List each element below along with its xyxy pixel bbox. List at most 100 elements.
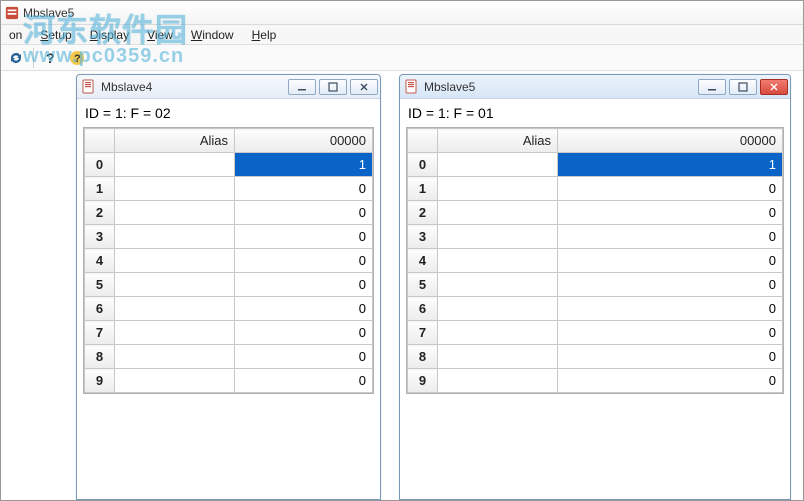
toolbar-help-yellow[interactable]: ? (66, 47, 88, 69)
cell-alias[interactable] (115, 369, 235, 393)
row-header[interactable]: 3 (85, 225, 115, 249)
cell-alias[interactable] (115, 273, 235, 297)
child-window-w2[interactable]: Mbslave5ID = 1: F = 01Alias0000001102030… (399, 74, 791, 500)
table-row[interactable]: 20 (85, 201, 373, 225)
cell-alias[interactable] (438, 249, 558, 273)
table-row[interactable]: 60 (85, 297, 373, 321)
table-row[interactable]: 70 (85, 321, 373, 345)
cell-value[interactable]: 1 (558, 153, 783, 177)
cell-value[interactable]: 0 (235, 321, 373, 345)
cell-value[interactable]: 0 (558, 297, 783, 321)
menu-on[interactable]: on (5, 27, 26, 43)
cell-alias[interactable] (115, 201, 235, 225)
table-row[interactable]: 20 (408, 201, 783, 225)
menu-help[interactable]: Help (248, 27, 281, 43)
column-header-alias[interactable]: Alias (115, 129, 235, 153)
row-header[interactable]: 5 (85, 273, 115, 297)
cell-value[interactable]: 0 (235, 273, 373, 297)
column-header-value[interactable]: 00000 (558, 129, 783, 153)
cell-alias[interactable] (115, 225, 235, 249)
row-header[interactable]: 4 (408, 249, 438, 273)
table-row[interactable]: 90 (408, 369, 783, 393)
cell-value[interactable]: 0 (235, 345, 373, 369)
cell-value[interactable]: 0 (235, 249, 373, 273)
table-row[interactable]: 50 (85, 273, 373, 297)
cell-value[interactable]: 0 (235, 201, 373, 225)
cell-alias[interactable] (115, 321, 235, 345)
close-button[interactable] (350, 79, 378, 95)
row-header[interactable]: 7 (85, 321, 115, 345)
data-grid[interactable]: Alias0000001102030405060708090 (83, 127, 374, 394)
cell-alias[interactable] (438, 153, 558, 177)
cell-alias[interactable] (438, 273, 558, 297)
row-header[interactable]: 3 (408, 225, 438, 249)
cell-value[interactable]: 0 (235, 369, 373, 393)
cell-alias[interactable] (115, 249, 235, 273)
maximize-button[interactable] (319, 79, 347, 95)
table-row[interactable]: 01 (408, 153, 783, 177)
cell-value[interactable]: 0 (558, 225, 783, 249)
table-row[interactable]: 60 (408, 297, 783, 321)
row-header[interactable]: 5 (408, 273, 438, 297)
cell-alias[interactable] (438, 225, 558, 249)
menu-view[interactable]: View (143, 27, 177, 43)
cell-value[interactable]: 0 (235, 177, 373, 201)
cell-alias[interactable] (438, 369, 558, 393)
grid-corner[interactable] (85, 129, 115, 153)
table-row[interactable]: 10 (85, 177, 373, 201)
data-grid[interactable]: Alias0000001102030405060708090 (406, 127, 784, 394)
row-header[interactable]: 6 (85, 297, 115, 321)
cell-value[interactable]: 0 (235, 225, 373, 249)
child-titlebar[interactable]: Mbslave5 (400, 75, 790, 99)
table-row[interactable]: 80 (408, 345, 783, 369)
table-row[interactable]: 30 (408, 225, 783, 249)
row-header[interactable]: 4 (85, 249, 115, 273)
menu-display[interactable]: Display (86, 27, 133, 43)
column-header-value[interactable]: 00000 (235, 129, 373, 153)
menu-window[interactable]: Window (187, 27, 238, 43)
close-button[interactable] (760, 79, 788, 95)
child-titlebar[interactable]: Mbslave4 (77, 75, 380, 99)
cell-value[interactable]: 0 (558, 369, 783, 393)
toolbar-refresh[interactable] (5, 47, 27, 69)
row-header[interactable]: 1 (85, 177, 115, 201)
menu-setup[interactable]: Setup (36, 27, 75, 43)
cell-value[interactable]: 0 (558, 201, 783, 225)
cell-value[interactable]: 0 (558, 249, 783, 273)
row-header[interactable]: 9 (408, 369, 438, 393)
column-header-alias[interactable]: Alias (438, 129, 558, 153)
table-row[interactable]: 50 (408, 273, 783, 297)
table-row[interactable]: 40 (85, 249, 373, 273)
cell-alias[interactable] (438, 177, 558, 201)
row-header[interactable]: 8 (85, 345, 115, 369)
row-header[interactable]: 7 (408, 321, 438, 345)
cell-alias[interactable] (438, 297, 558, 321)
table-row[interactable]: 40 (408, 249, 783, 273)
cell-alias[interactable] (115, 177, 235, 201)
cell-value[interactable]: 1 (235, 153, 373, 177)
cell-alias[interactable] (438, 201, 558, 225)
row-header[interactable]: 9 (85, 369, 115, 393)
cell-alias[interactable] (438, 321, 558, 345)
grid-corner[interactable] (408, 129, 438, 153)
row-header[interactable]: 1 (408, 177, 438, 201)
minimize-button[interactable] (698, 79, 726, 95)
row-header[interactable]: 0 (85, 153, 115, 177)
row-header[interactable]: 2 (408, 201, 438, 225)
table-row[interactable]: 80 (85, 345, 373, 369)
row-header[interactable]: 6 (408, 297, 438, 321)
cell-value[interactable]: 0 (558, 273, 783, 297)
minimize-button[interactable] (288, 79, 316, 95)
maximize-button[interactable] (729, 79, 757, 95)
cell-value[interactable]: 0 (558, 177, 783, 201)
table-row[interactable]: 70 (408, 321, 783, 345)
cell-value[interactable]: 0 (235, 297, 373, 321)
table-row[interactable]: 30 (85, 225, 373, 249)
child-window-w1[interactable]: Mbslave4ID = 1: F = 02Alias0000001102030… (76, 74, 381, 500)
table-row[interactable]: 10 (408, 177, 783, 201)
cell-value[interactable]: 0 (558, 345, 783, 369)
cell-alias[interactable] (115, 345, 235, 369)
toolbar-help-black[interactable]: ? (40, 47, 62, 69)
row-header[interactable]: 8 (408, 345, 438, 369)
row-header[interactable]: 2 (85, 201, 115, 225)
